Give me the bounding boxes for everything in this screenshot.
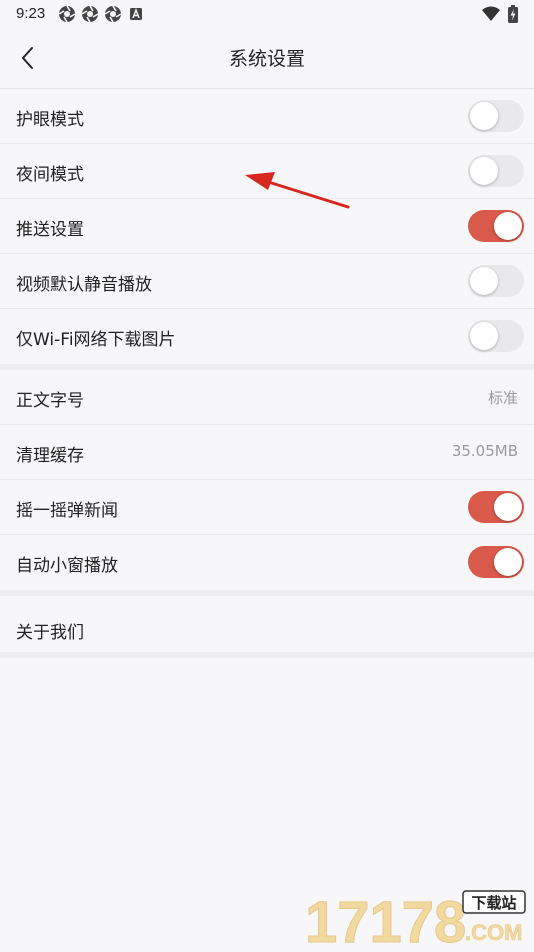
site-logo: 17178 下载站 .COM — [305, 890, 526, 952]
setting-auto-mini-window[interactable]: 自动小窗播放 — [0, 535, 534, 590]
setting-label: 清理缓存 — [16, 446, 84, 466]
wifi-only-images-toggle[interactable] — [468, 320, 524, 352]
setting-label: 摇一摇弹新闻 — [16, 501, 118, 521]
wifi-icon — [482, 6, 500, 21]
setting-video-mute[interactable]: 视频默认静音播放 — [0, 254, 534, 309]
watermark-badge-text: 下载站 — [471, 894, 516, 912]
aperture-icon — [81, 5, 99, 23]
page-title: 系统设置 — [228, 48, 305, 70]
push-toggle[interactable] — [468, 210, 524, 242]
a-box-icon — [130, 8, 142, 20]
battery-charging-icon — [508, 5, 518, 23]
setting-clear-cache[interactable]: 清理缓存 35.05MB — [0, 425, 534, 480]
font-size-value: 标准 — [487, 389, 518, 407]
watermark-main-text: 17178 — [305, 890, 466, 948]
toggle-knob — [470, 102, 498, 130]
status-right-icons — [482, 5, 518, 23]
watermark-logo: 17178 下载站 .COM — [303, 888, 528, 952]
night-mode-toggle[interactable] — [468, 155, 524, 187]
toggle-knob — [494, 548, 522, 576]
setting-font-size[interactable]: 正文字号 标准 — [0, 370, 534, 425]
setting-label: 视频默认静音播放 — [16, 275, 152, 295]
setting-label: 正文字号 — [16, 391, 84, 411]
setting-night-mode[interactable]: 夜间模式 — [0, 144, 534, 199]
eye-care-toggle[interactable] — [468, 100, 524, 132]
nav-bar: 系统设置 — [0, 28, 534, 89]
toggle-knob — [470, 267, 498, 295]
aperture-icon — [104, 5, 122, 23]
setting-eye-care[interactable]: 护眼模式 — [0, 89, 534, 144]
cache-size-value: 35.05MB — [451, 442, 518, 460]
video-mute-toggle[interactable] — [468, 265, 524, 297]
setting-about[interactable]: 关于我们 — [0, 596, 534, 652]
notification-icons — [58, 5, 145, 23]
setting-label: 自动小窗播放 — [16, 556, 118, 576]
auto-mini-window-toggle[interactable] — [468, 546, 524, 578]
setting-label: 仅Wi-Fi网络下载图片 — [16, 330, 176, 350]
setting-label: 护眼模式 — [16, 110, 84, 130]
setting-shake-news[interactable]: 摇一摇弹新闻 — [0, 480, 534, 535]
toggle-knob — [494, 493, 522, 521]
setting-push[interactable]: 推送设置 — [0, 199, 534, 254]
settings-list: 护眼模式 夜间模式 推送设置 视频默认静音播放 仅Wi-Fi网络下载图片 正文字… — [0, 89, 534, 658]
shake-news-toggle[interactable] — [468, 491, 524, 523]
status-bar: 9:23 — [0, 0, 534, 28]
status-time: 9:23 — [16, 5, 46, 22]
section-divider — [0, 652, 534, 658]
aperture-icon — [58, 5, 76, 23]
setting-wifi-only-images[interactable]: 仅Wi-Fi网络下载图片 — [0, 309, 534, 364]
toggle-knob — [494, 212, 522, 240]
toggle-knob — [470, 322, 498, 350]
watermark-sub-text: .COM — [465, 920, 522, 945]
toggle-knob — [470, 157, 498, 185]
setting-label: 夜间模式 — [16, 165, 84, 185]
setting-label: 关于我们 — [16, 623, 84, 643]
setting-label: 推送设置 — [16, 220, 84, 240]
